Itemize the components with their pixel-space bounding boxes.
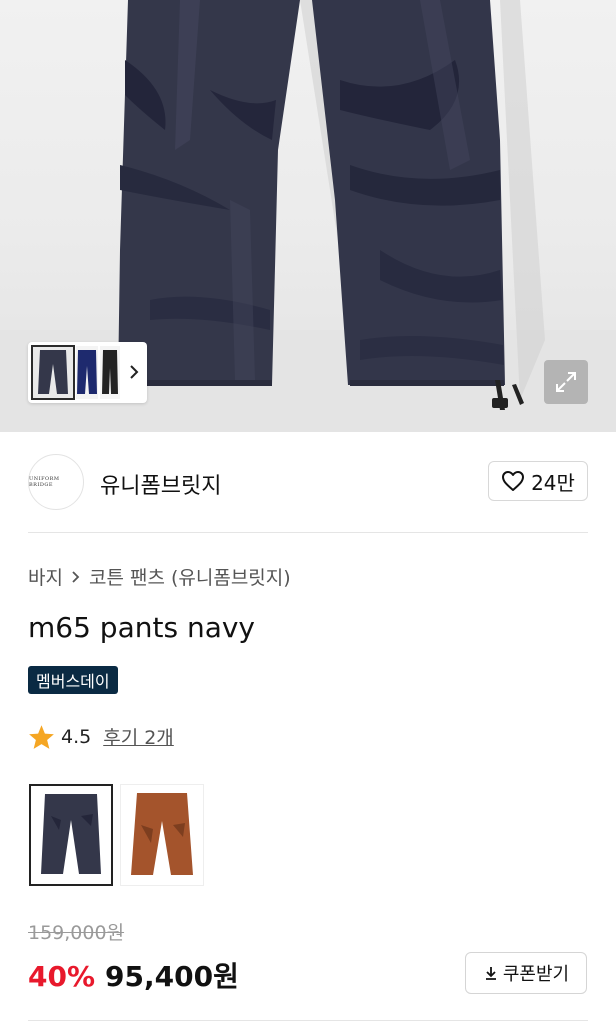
brand-logo-text: UNIFORM BRIDGE: [29, 476, 60, 488]
expand-image-button[interactable]: [544, 360, 588, 404]
breadcrumb-category[interactable]: 바지: [28, 563, 63, 590]
chevron-right-icon: [72, 570, 80, 583]
section-divider: [28, 532, 588, 533]
expand-icon: [556, 372, 576, 392]
heart-icon: [502, 471, 525, 491]
product-hero-image[interactable]: [0, 0, 616, 432]
like-count: 24만: [531, 470, 575, 495]
chevron-right-icon[interactable]: [127, 361, 141, 383]
image-thumbnail-strip[interactable]: [28, 342, 147, 403]
price-row: 40% 95,400원: [28, 955, 239, 995]
breadcrumb-subcategory[interactable]: 코튼 팬츠 (유니폼브릿지): [89, 563, 291, 590]
navy-pants-swatch: [31, 786, 111, 884]
coupon-label: 쿠폰받기: [502, 964, 570, 985]
rating-value: 4.5: [61, 725, 92, 748]
rating-row: 4.5 후기 2개: [28, 723, 174, 750]
discount-rate: 40%: [28, 960, 96, 993]
brown-pants-swatch: [121, 785, 203, 885]
brand-row: UNIFORM BRIDGE 유니폼브릿지 24만: [28, 454, 588, 512]
brand-logo[interactable]: UNIFORM BRIDGE: [28, 454, 84, 510]
members-day-badge: 멤버스데이: [28, 666, 118, 694]
sale-price: 95,400원: [105, 960, 239, 993]
color-option-brown[interactable]: [120, 784, 204, 886]
brand-name[interactable]: 유니폼브릿지: [100, 468, 221, 500]
review-link[interactable]: 후기 2개: [103, 723, 174, 750]
star-icon: [29, 724, 54, 749]
breadcrumb: 바지 코튼 팬츠 (유니폼브릿지): [28, 563, 291, 590]
black-pants-thumb[interactable]: [100, 346, 120, 399]
product-title: m65 pants navy: [28, 611, 255, 644]
like-button[interactable]: 24만: [488, 461, 588, 501]
color-option-navy[interactable]: [29, 784, 113, 886]
bottom-divider: [28, 1020, 588, 1021]
coupon-button[interactable]: 쿠폰받기: [465, 952, 587, 994]
blue-pants-thumb[interactable]: [76, 346, 98, 399]
download-icon: [485, 967, 496, 980]
navy-pants-thumb[interactable]: [31, 345, 75, 400]
original-price: 159,000원: [28, 922, 125, 944]
